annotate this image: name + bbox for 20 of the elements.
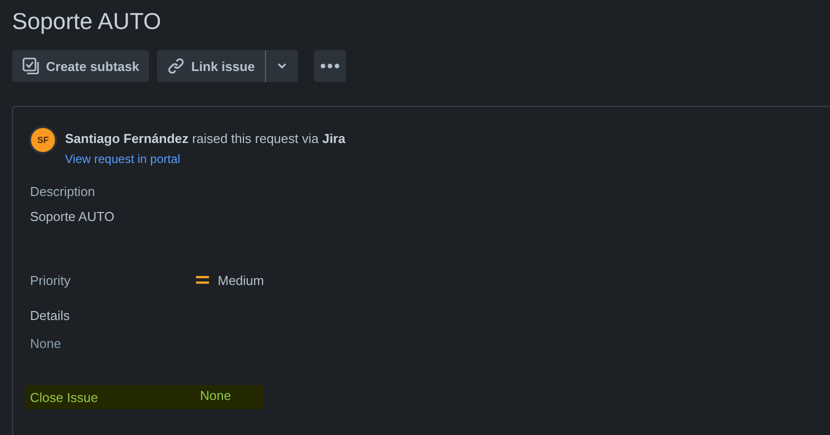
- issue-title: Soporte AUTO: [12, 7, 162, 36]
- field-value: None: [29, 336, 62, 351]
- field-label: Priority: [30, 272, 72, 288]
- request-info: Santiago Fernández raised this request via Jira: [65, 131, 346, 146]
- medium-priority-icon: [196, 276, 209, 284]
- portal-link[interactable]: View request in portal: [65, 152, 346, 166]
- link-issue-button[interactable]: Link issue: [157, 50, 265, 82]
- subtask-icon: [22, 57, 40, 75]
- create-subtask-button[interactable]: Create subtask: [12, 50, 150, 82]
- description-text: Soporte AUTO: [29, 209, 116, 224]
- link-icon: [167, 57, 186, 75]
- caret-icon: [276, 63, 287, 69]
- field-label: Details: [29, 308, 71, 323]
- field-label: Close Issue: [30, 390, 99, 404]
- field-value: Medium: [218, 272, 264, 288]
- field-value: None: [200, 388, 232, 403]
- more-icon: [320, 63, 340, 69]
- avatar: SF: [31, 128, 55, 152]
- more-button[interactable]: [314, 50, 346, 82]
- field-label: Description: [29, 184, 96, 199]
